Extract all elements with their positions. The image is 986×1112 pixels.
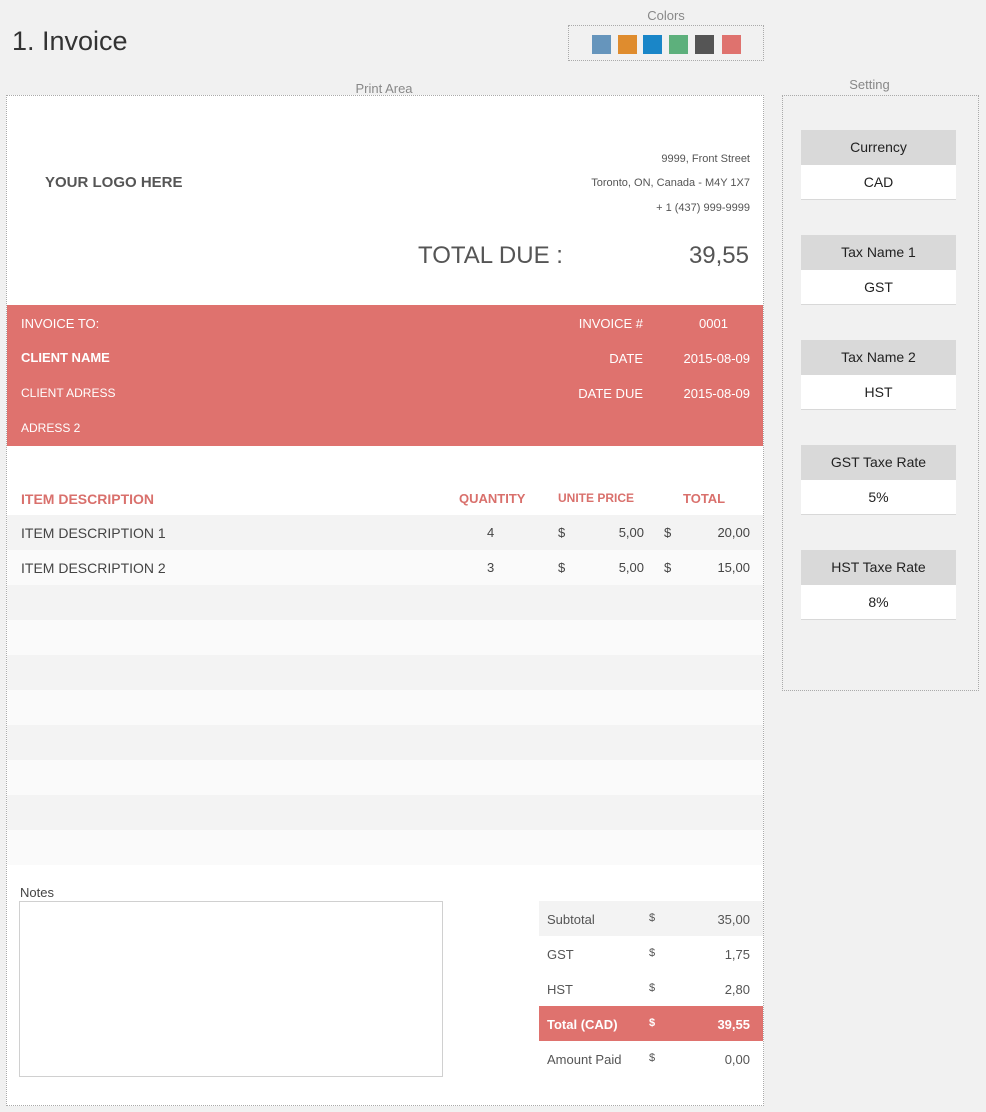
item-unit-price[interactable]: 5,00 [619,560,644,575]
setting-hst-rate: HST Taxe Rate 8% [801,550,956,620]
setting-label: Tax Name 1 [801,235,956,270]
summary-subtotal: Subtotal $ 35,00 [539,901,763,936]
color-swatch-orange[interactable] [618,35,637,54]
print-area: YOUR LOGO HERE 9999, Front Street Toront… [6,95,764,1106]
currency-input[interactable]: CAD [801,165,956,200]
summary-amount-paid: Amount Paid $ 0,00 [539,1041,763,1076]
invoice-to-label: INVOICE TO: [21,316,100,331]
total-due-label: TOTAL DUE : [418,242,563,269]
empty-table-row[interactable] [7,655,763,690]
summary-total: Total (CAD) $ 39,55 [539,1006,763,1041]
notes-label: Notes [20,885,54,900]
color-swatch-steel-blue[interactable] [592,35,611,54]
page-title: 1. Invoice [12,26,128,56]
summary-label: Subtotal [547,912,595,927]
summary-value: 39,55 [717,1017,750,1032]
print-area-label: Print Area [355,81,413,96]
empty-table-row[interactable] [7,725,763,760]
logo-placeholder[interactable]: YOUR LOGO HERE [45,174,183,191]
amount-paid-value[interactable]: 0,00 [725,1052,750,1067]
setting-currency: Currency CAD [801,130,956,200]
item-unit-price[interactable]: 5,00 [619,525,644,540]
setting-tax-name-2: Tax Name 2 HST [801,340,956,410]
summary-label: Amount Paid [547,1052,622,1067]
header-total: TOTAL [683,491,726,506]
gst-rate-input[interactable]: 5% [801,480,956,515]
empty-table-row[interactable] [7,620,763,655]
setting-tax-name-1: Tax Name 1 GST [801,235,956,305]
client-address-2[interactable]: ADRESS 2 [21,421,80,435]
company-city[interactable]: Toronto, ON, Canada - M4Y 1X7 [591,177,750,189]
colors-label: Colors [647,8,685,23]
company-phone[interactable]: + 1 (437) 999-9999 [656,202,750,214]
empty-table-row[interactable] [7,760,763,795]
date-due[interactable]: 2015-08-09 [684,386,751,401]
invoice-date[interactable]: 2015-08-09 [684,351,751,366]
client-address[interactable]: CLIENT ADRESS [21,386,115,400]
setting-label: GST Taxe Rate [801,445,956,480]
empty-table-row[interactable] [7,690,763,725]
color-swatch-red[interactable] [722,35,741,54]
summary-label: HST [547,982,573,997]
summary-gst: GST $ 1,75 [539,936,763,971]
billing-info: INVOICE TO: CLIENT NAME CLIENT ADRESS AD… [7,305,763,446]
item-total: 15,00 [717,560,750,575]
settings-label: Setting [849,77,890,92]
date-label: DATE [609,351,643,366]
color-swatch-blue[interactable] [643,35,662,54]
item-total-currency: $ [664,525,672,540]
invoice-number-label: INVOICE # [578,316,643,331]
tax-name-1-input[interactable]: GST [801,270,956,305]
setting-label: Tax Name 2 [801,340,956,375]
summary-hst: HST $ 2,80 [539,971,763,1006]
table-row[interactable]: ITEM DESCRIPTION 1 4 $ 5,00 $ 20,00 [7,515,763,550]
header-unit-price: UNITE PRICE [558,491,635,505]
total-due-value: 39,55 [688,242,749,269]
table-row[interactable]: ITEM DESCRIPTION 2 3 $ 5,00 $ 15,00 [7,550,763,585]
summary-currency: $ [649,912,656,924]
setting-gst-rate: GST Taxe Rate 5% [801,445,956,515]
setting-label: HST Taxe Rate [801,550,956,585]
item-price-currency: $ [558,560,566,575]
tax-name-2-input[interactable]: HST [801,375,956,410]
header-item-description: ITEM DESCRIPTION [21,491,155,507]
notes-input[interactable] [19,901,443,1077]
summary-label: Total (CAD) [547,1017,618,1032]
summary-value: 35,00 [717,912,750,927]
item-total: 20,00 [717,525,750,540]
color-swatch-green[interactable] [669,35,688,54]
invoice-number[interactable]: 0001 [699,316,728,331]
item-quantity[interactable]: 4 [487,525,494,540]
item-description[interactable]: ITEM DESCRIPTION 1 [21,525,166,541]
empty-table-row[interactable] [7,795,763,830]
setting-label: Currency [801,130,956,165]
summary-value: 1,75 [724,947,750,962]
header-quantity: QUANTITY [459,491,526,506]
summary-currency: $ [649,947,656,959]
item-total-currency: $ [664,560,672,575]
client-name[interactable]: CLIENT NAME [21,350,110,365]
summary-currency: $ [649,1052,656,1064]
color-picker [568,25,764,61]
item-price-currency: $ [558,525,566,540]
summary-currency: $ [649,1017,656,1029]
settings-panel: Currency CAD Tax Name 1 GST Tax Name 2 H… [782,95,979,691]
summary-label: GST [547,947,574,962]
summary-currency: $ [649,982,656,994]
item-description[interactable]: ITEM DESCRIPTION 2 [21,560,166,576]
empty-table-row[interactable] [7,830,763,865]
date-due-label: DATE DUE [578,386,643,401]
color-swatch-dark-gray[interactable] [695,35,714,54]
company-street[interactable]: 9999, Front Street [661,153,750,165]
hst-rate-input[interactable]: 8% [801,585,956,620]
summary-value: 2,80 [724,982,750,997]
item-quantity[interactable]: 3 [487,560,494,575]
empty-table-row[interactable] [7,585,763,620]
